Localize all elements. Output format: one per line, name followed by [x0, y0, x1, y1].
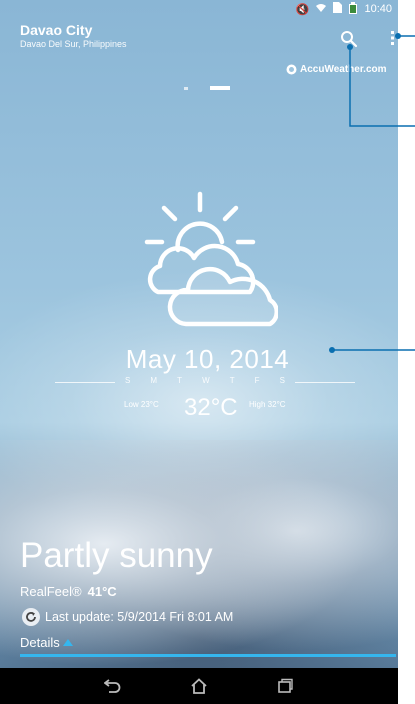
realfeel: RealFeel® 41°C: [20, 584, 117, 599]
wifi-icon: [315, 3, 327, 16]
weekday-label: M: [150, 376, 158, 385]
weekday-list: S M T W T F S: [125, 376, 285, 385]
week-divider: [55, 382, 115, 383]
realfeel-label: RealFeel®: [20, 584, 82, 599]
details-toggle[interactable]: Details: [20, 635, 73, 650]
weekday-label: W: [202, 376, 210, 385]
home-button[interactable]: [188, 675, 210, 697]
date-label: May 10, 2014: [125, 344, 290, 374]
week-divider: [295, 382, 355, 383]
low-temp: Low 23°C: [124, 400, 159, 409]
mute-icon: 🔇: [295, 3, 310, 16]
high-temp: High 32°C: [249, 400, 286, 409]
expand-up-icon: [62, 639, 73, 646]
status-time: 10:40: [364, 3, 392, 15]
weekday-label: T: [177, 376, 183, 385]
current-temp: 32°C: [184, 394, 238, 421]
back-icon: [104, 679, 121, 693]
back-button[interactable]: [102, 675, 124, 697]
weekday-label: S: [279, 376, 285, 385]
weekday-label: T: [229, 376, 235, 385]
details-label: Details: [20, 635, 60, 650]
home-icon: [191, 678, 207, 694]
weather-screen: 🔇 10:40 Davao City Davao Del Sur, Philip…: [0, 0, 398, 704]
weekday-label: F: [254, 376, 260, 385]
navigation-bar: [0, 668, 398, 704]
city-name: Davao City: [20, 22, 93, 38]
last-update-text: Last update: 5/9/2014 Fri 8:01 AM: [45, 610, 234, 624]
details-underline: [20, 654, 396, 657]
page-dot-active: [210, 86, 230, 90]
location-header[interactable]: Davao City Davao Del Sur, Philippines: [20, 22, 127, 49]
condition-text: Partly sunny: [20, 536, 213, 575]
temperature-row: Low 23°C 32°C High 32°C: [0, 394, 398, 422]
overflow-menu-button[interactable]: [390, 30, 396, 46]
region-name: Davao Del Sur, Philippines: [20, 39, 127, 49]
accuweather-logo-icon: [286, 64, 297, 75]
search-button[interactable]: [340, 30, 358, 48]
weekday-label: S: [125, 376, 131, 385]
recents-button[interactable]: [274, 675, 296, 697]
provider-link[interactable]: AccuWeather.com: [286, 64, 387, 75]
refresh-button[interactable]: [22, 608, 40, 626]
refresh-icon: [26, 612, 36, 622]
realfeel-value: 41°C: [87, 584, 117, 599]
partly-sunny-icon: [144, 191, 278, 327]
recent-apps-icon: [278, 678, 293, 693]
battery-icon: [348, 1, 358, 17]
overflow-menu-icon: [391, 31, 394, 45]
page-indicator: [184, 86, 230, 90]
search-icon: [341, 31, 358, 48]
status-bar: 🔇 10:40: [0, 0, 398, 18]
last-update-row: Last update: 5/9/2014 Fri 8:01 AM: [22, 608, 233, 626]
week-row: S M T W T F S: [55, 376, 355, 388]
sim-icon: [333, 2, 343, 16]
page-dot: [184, 86, 188, 90]
provider-name: AccuWeather.com: [300, 64, 387, 75]
